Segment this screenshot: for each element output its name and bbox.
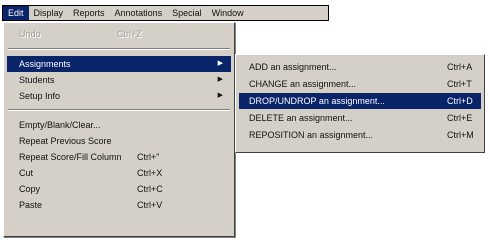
menu-special[interactable]: Special	[167, 6, 207, 20]
submenu-item-label: REPOSITION an assignment...	[249, 130, 374, 140]
menu-item-label: Assignments	[19, 59, 71, 69]
menu-item-label: Copy	[19, 184, 41, 194]
submenu-item-shortcut: Ctrl+M	[447, 130, 474, 140]
menu-item-empty[interactable]: Empty/Blank/Clear...	[7, 117, 231, 133]
menu-item-shortcut: Ctrl+C	[137, 184, 163, 194]
menu-item-setup-info[interactable]: Setup Info ▶	[7, 88, 231, 104]
menu-reports[interactable]: Reports	[68, 6, 110, 20]
menu-item-shortcut: Ctrl+"	[137, 152, 160, 162]
menu-separator	[8, 48, 230, 50]
menu-item-label: Paste	[19, 200, 43, 210]
menu-item-copy[interactable]: Copy Ctrl+C	[7, 181, 231, 197]
submenu-item-label: DROP/UNDROP an assignment...	[249, 96, 385, 106]
menu-item-label: Cut	[19, 168, 34, 178]
menu-window[interactable]: Window	[207, 6, 249, 20]
menu-item-label: Repeat Score/Fill Column	[19, 152, 122, 162]
menu-item-shortcut: Ctrl+V	[137, 200, 163, 210]
submenu-item-reposition[interactable]: REPOSITION an assignment... Ctrl+M	[239, 127, 481, 143]
menu-item-undo: Undo Ctrl+Z	[7, 26, 231, 42]
menu-edit[interactable]: Edit	[3, 6, 29, 20]
submenu-item-shortcut: Ctrl+T	[447, 79, 472, 89]
submenu-item-delete[interactable]: DELETE an assignment... Ctrl+E	[239, 110, 481, 126]
submenu-item-change[interactable]: CHANGE an assignment... Ctrl+T	[239, 76, 481, 92]
menu-item-label: Empty/Blank/Clear...	[19, 120, 101, 130]
edit-menu-dropdown: Undo Ctrl+Z Assignments ▶ Students ▶ Set…	[3, 22, 235, 237]
submenu-item-shortcut: Ctrl+D	[447, 96, 473, 106]
triangle-right-icon: ▶	[217, 60, 223, 67]
menu-bar: Edit Display Reports Annotations Special…	[2, 5, 329, 21]
menu-item-shortcut: Ctrl+Z	[117, 29, 142, 39]
submenu-item-shortcut: Ctrl+E	[447, 113, 473, 123]
submenu-item-label: CHANGE an assignment...	[249, 79, 357, 89]
submenu-item-shortcut: Ctrl+A	[447, 62, 473, 72]
menu-item-shortcut: Ctrl+X	[137, 168, 163, 178]
submenu-item-add[interactable]: ADD an assignment... Ctrl+A	[239, 59, 481, 75]
menu-item-repeat-fill[interactable]: Repeat Score/Fill Column Ctrl+"	[7, 149, 231, 165]
menu-annotations[interactable]: Annotations	[110, 6, 168, 20]
menu-item-assignments[interactable]: Assignments ▶	[7, 56, 231, 72]
menu-item-label: Students	[19, 75, 55, 85]
assignments-submenu: ADD an assignment... Ctrl+A CHANGE an as…	[235, 54, 485, 153]
menu-display[interactable]: Display	[29, 6, 69, 20]
submenu-item-label: ADD an assignment...	[249, 62, 337, 72]
submenu-item-drop[interactable]: DROP/UNDROP an assignment... Ctrl+D	[239, 93, 481, 109]
triangle-right-icon: ▶	[217, 92, 223, 99]
triangle-right-icon: ▶	[217, 76, 223, 83]
menu-item-cut[interactable]: Cut Ctrl+X	[7, 165, 231, 181]
menu-item-label: Setup Info	[19, 91, 61, 101]
menu-item-paste[interactable]: Paste Ctrl+V	[7, 197, 231, 213]
menu-item-label: Undo	[19, 29, 41, 39]
menu-item-students[interactable]: Students ▶	[7, 72, 231, 88]
menu-separator	[8, 109, 230, 111]
menu-item-repeat-previous[interactable]: Repeat Previous Score	[7, 133, 231, 149]
menu-item-label: Repeat Previous Score	[19, 136, 112, 146]
submenu-item-label: DELETE an assignment...	[249, 113, 353, 123]
